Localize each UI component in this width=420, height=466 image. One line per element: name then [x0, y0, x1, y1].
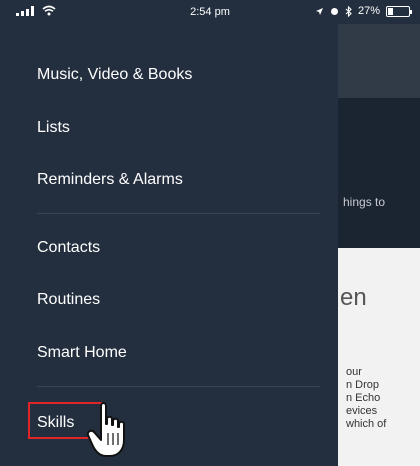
menu-divider: [37, 386, 320, 387]
menu-item-contacts[interactable]: Contacts: [37, 239, 100, 257]
status-bar: 2:54 pm 27%: [0, 0, 420, 24]
background-content: [338, 248, 420, 466]
menu-item-smart-home[interactable]: Smart Home: [37, 344, 127, 362]
background-heading: en: [340, 284, 367, 311]
background-banner: [338, 98, 420, 248]
background-paragraph-line: n Echo: [346, 392, 381, 404]
battery-percent: 27%: [357, 5, 380, 17]
alarm-icon: [330, 7, 338, 15]
navigation-drawer: Music, Video & Books Lists Reminders & A…: [0, 24, 338, 466]
background-paragraph-line: our: [346, 366, 362, 378]
menu-item-routines[interactable]: Routines: [37, 291, 100, 309]
menu-item-lists[interactable]: Lists: [37, 119, 70, 137]
battery-fill: [388, 7, 394, 15]
location-arrow-icon: [315, 7, 323, 15]
background-paragraph-line: n Drop: [346, 379, 380, 391]
background-paragraph: our n Drop n Echo evices which of: [346, 366, 416, 431]
menu-item-music-video-books[interactable]: Music, Video & Books: [37, 66, 192, 84]
hand-pointer-icon: [86, 402, 125, 457]
background-paragraph-line: which of: [346, 418, 387, 430]
status-right: 27%: [315, 5, 412, 17]
background-paragraph-line: evices: [346, 405, 378, 417]
menu-item-reminders-alarms[interactable]: Reminders & Alarms: [37, 171, 183, 189]
menu-divider: [37, 213, 320, 214]
battery-icon: [386, 5, 412, 17]
background-header: [338, 24, 420, 98]
background-banner-text: hings to: [343, 195, 386, 209]
bluetooth-icon: [345, 5, 352, 17]
